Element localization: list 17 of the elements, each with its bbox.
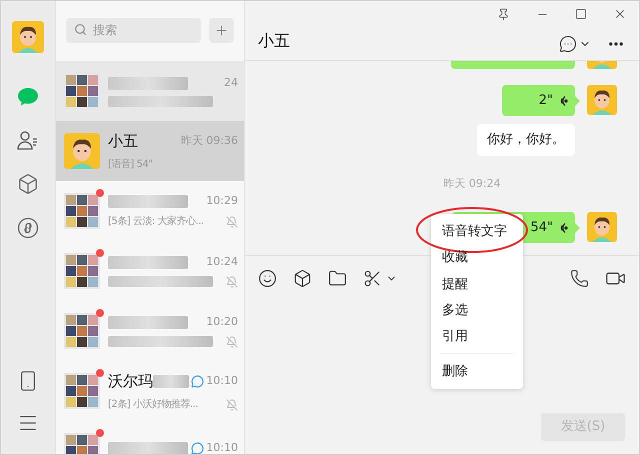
- voice-duration: 2": [538, 92, 553, 110]
- chat-preview: [5条] 云淡: 大家齐心...: [108, 214, 204, 230]
- chat-time: 24: [224, 74, 238, 91]
- chat-time: 10:20: [206, 314, 238, 330]
- message-timestamp: 昨天 09:24: [442, 176, 501, 192]
- transcript-bubble: 你好，你好。: [477, 124, 575, 156]
- chat-time: 10:10: [206, 440, 238, 454]
- voice-duration: 54": [530, 218, 553, 237]
- chat-preview: [2条] 小沃好物推荐...: [108, 398, 198, 412]
- chat-time: 10:10: [206, 372, 238, 389]
- chat-title: 小五: [258, 30, 291, 52]
- chat-time: 10:29: [206, 192, 238, 209]
- chat-name: 沃尔玛: [108, 370, 153, 392]
- chat-time: 昨天 09:36: [180, 132, 238, 149]
- chat-time: 10:24: [206, 254, 238, 270]
- chat-preview: [语音] 54": [108, 158, 152, 172]
- chat-name: 小五: [108, 130, 138, 152]
